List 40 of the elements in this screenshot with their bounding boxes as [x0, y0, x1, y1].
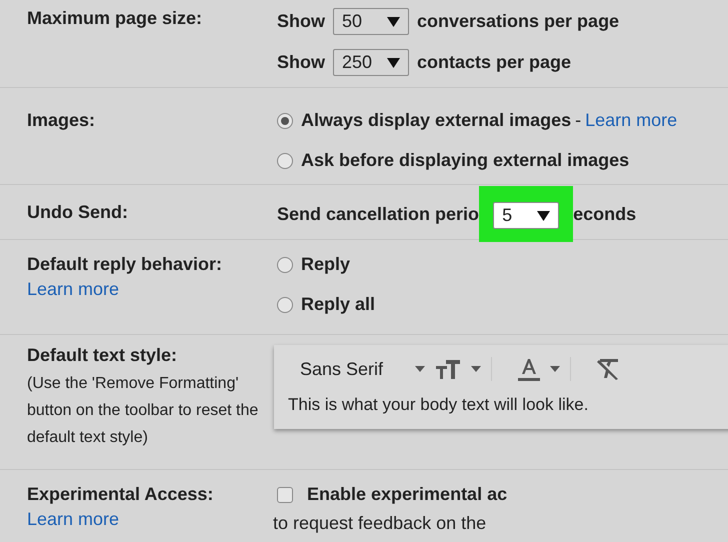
- text-color-icon[interactable]: [518, 357, 540, 381]
- caret-icon[interactable]: [471, 366, 482, 372]
- checkbox-description: to request feedback on the: [273, 513, 488, 534]
- seconds-label: econds: [573, 204, 636, 224]
- radio-button[interactable]: [277, 112, 293, 128]
- setting-note: (Use the 'Remove Formatting' button on the toolbar to reset the default text style): [27, 374, 260, 448]
- caret-icon[interactable]: [415, 366, 426, 372]
- learn-more-link[interactable]: Learn more: [27, 279, 277, 300]
- option-label: Ask before displaying external images: [301, 150, 630, 171]
- caret-icon: [387, 16, 400, 26]
- sample-text: This is what your body text will look like.: [288, 395, 590, 415]
- setting-label: Experimental Access:: [27, 484, 214, 505]
- caret-icon[interactable]: [550, 366, 560, 372]
- show-label: Show: [277, 11, 325, 32]
- page-size-select[interactable]: 50: [333, 8, 409, 35]
- setting-label: Undo Send:: [27, 202, 129, 223]
- caret-icon: [537, 210, 550, 220]
- option-label: Reply: [301, 254, 350, 275]
- radio-button[interactable]: [277, 152, 293, 168]
- option-label: Reply all: [301, 294, 376, 315]
- seconds-select[interactable]: 5: [493, 202, 560, 229]
- per-page-label: contacts per page: [417, 52, 572, 73]
- font-select[interactable]: Sans Serif: [300, 358, 384, 380]
- page-size-select[interactable]: 250: [333, 49, 409, 76]
- checkbox-label: Enable experimental ac: [307, 484, 508, 505]
- caret-icon: [387, 58, 400, 68]
- learn-more-link[interactable]: Learn more: [585, 110, 678, 131]
- separator: -: [575, 110, 582, 131]
- checkbox[interactable]: [277, 486, 293, 502]
- show-label: Show: [277, 52, 325, 73]
- setting-label: Default reply behavior:: [27, 254, 224, 275]
- setting-label: Default text style:: [27, 345, 178, 366]
- setting-label: Maximum page size:: [27, 8, 204, 29]
- setting-label: Images:: [27, 110, 96, 131]
- radio-button[interactable]: [277, 296, 293, 312]
- radio-button[interactable]: [277, 256, 293, 272]
- option-label: Always display external images: [301, 110, 572, 131]
- text-size-icon[interactable]: [435, 359, 462, 379]
- cancellation-label: Send cancellation perio: [277, 204, 480, 224]
- per-page-label: conversations per page: [417, 11, 620, 32]
